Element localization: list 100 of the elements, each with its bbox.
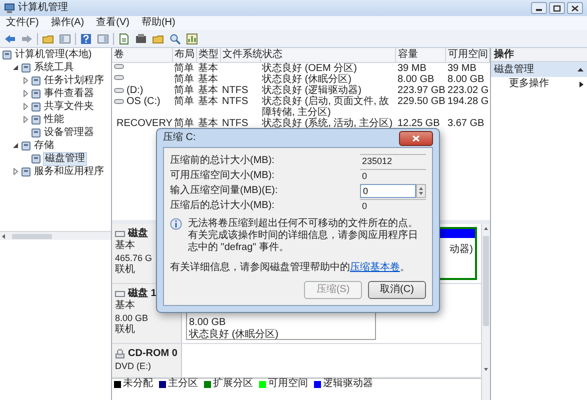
node-icon (31, 128, 41, 138)
minimize-button[interactable] (531, 2, 547, 14)
readonly-field: 0 (360, 199, 426, 212)
actions-header: 操作 (491, 48, 587, 62)
spin-button[interactable] (416, 184, 426, 198)
help-text: 有关详细信息，请参阅磁盘管理帮助中的压缩基本卷。 (170, 262, 411, 274)
spin-arrows-icon (417, 184, 425, 196)
forward-arrow-icon (21, 32, 33, 44)
table-cell: NTFS (222, 96, 248, 107)
info-text: 无法将卷压缩到超出任何不可移动的文件所在的点。有关完成该操作时间的详细信息，请参阅应用程序日志中的 "defrag" 事件。 (188, 218, 419, 254)
column-header[interactable]: 可用空间 (446, 48, 490, 62)
field-label: 输入压缩空间量(MB)(E): (170, 184, 278, 196)
table-cell: 3.67 GB (448, 118, 484, 129)
action-item[interactable]: 更多操作 (491, 77, 587, 91)
menu-item[interactable]: 操作(A) (50, 17, 84, 29)
expanded-arrow-icon[interactable] (12, 142, 19, 149)
table-cell: 223.02 G (448, 85, 489, 96)
partition-text: 动器) (448, 244, 473, 256)
table-cell: 简单 (174, 96, 194, 107)
collapsed-arrow-icon[interactable] (12, 168, 19, 175)
help-link[interactable]: 压缩基本卷 (350, 262, 400, 273)
help-icon (80, 32, 92, 44)
disk-info: 8.00 GB (115, 312, 148, 324)
column-header[interactable]: 布局 (172, 48, 196, 62)
collapse-arrow-icon[interactable] (577, 67, 584, 72)
table-cell: 194.28 G (448, 96, 489, 107)
chart-button[interactable] (185, 32, 199, 46)
window-title: 计算机管理 (18, 2, 68, 14)
table-cell: 39 MB (398, 63, 426, 74)
tree-item[interactable]: 任务计划程序 (43, 74, 105, 86)
field-label: 可用压缩空间大小(MB): (170, 170, 274, 182)
maximize-button[interactable] (549, 2, 565, 14)
legend-label: 扩展分区 (213, 378, 253, 390)
panel-icon (59, 32, 71, 44)
table-cell: 状态良好 (OEM 分区) (262, 63, 357, 74)
document-icon (118, 32, 130, 44)
tree-item[interactable]: 磁盘管理 (43, 152, 87, 166)
partition-text: 8.00 GB (189, 317, 227, 328)
panel-button[interactable] (58, 32, 72, 46)
column-header[interactable]: 类型 (196, 48, 220, 62)
tree-item[interactable]: 事件查看器 (43, 88, 95, 100)
collapsed-arrow-icon[interactable] (22, 103, 29, 110)
help-button[interactable] (79, 32, 93, 46)
table-cell: 基本 (198, 118, 218, 129)
column-header[interactable]: 卷 (112, 48, 172, 62)
tree-item[interactable]: 存储 (33, 140, 55, 152)
folder-icon (42, 32, 54, 44)
table-cell: 8.00 GB (448, 74, 484, 85)
disk-info: DVD (E:) (115, 360, 151, 372)
menu-item[interactable]: 查看(V) (96, 17, 130, 29)
drive-icon (115, 231, 125, 237)
tree-item[interactable]: 性能 (43, 114, 65, 126)
legend-label: 未分配 (123, 378, 153, 390)
magnifier-icon (169, 32, 181, 44)
collapsed-arrow-icon[interactable] (22, 77, 29, 84)
computer-icon (4, 2, 15, 14)
tree-item[interactable]: 服务和应用程序 (33, 166, 105, 178)
node-icon (21, 62, 31, 72)
collapsed-arrow-icon[interactable] (22, 90, 29, 97)
collapsed-arrow-icon[interactable] (22, 116, 29, 123)
tree-item[interactable]: 设备管理器 (43, 126, 95, 138)
disc-drive-icon (115, 349, 125, 359)
table-cell: (D:) (126, 85, 144, 96)
node-icon (31, 114, 41, 124)
tree-item[interactable]: 系统工具 (33, 62, 75, 74)
panel-button[interactable] (96, 32, 110, 46)
scrollbar[interactable] (0, 231, 111, 240)
menu-item[interactable]: 帮助(H) (141, 17, 176, 29)
close-button[interactable] (567, 2, 583, 14)
table-cell: 基本 (198, 63, 218, 74)
dialog-title: 压缩 C: (163, 132, 196, 144)
disk-info: 465.76 G (115, 252, 152, 264)
column-header[interactable]: 文件系统 (220, 48, 260, 62)
number-field[interactable]: 0 (360, 184, 416, 198)
table-cell: 8.00 GB (398, 74, 434, 85)
actions-section[interactable]: 磁盘管理 (491, 62, 587, 77)
dialog-button[interactable]: 取消(C) (368, 281, 426, 299)
close-button[interactable] (399, 130, 433, 146)
node-icon (2, 50, 12, 60)
table-cell: RECOVERY (116, 118, 172, 129)
table-cell: 简单 (174, 63, 194, 74)
legend-label: 可用空间 (268, 378, 308, 390)
disk-info: 联机 (115, 324, 135, 336)
scrollbar[interactable] (481, 224, 490, 400)
document-button[interactable] (117, 32, 131, 46)
column-header[interactable]: 容量 (396, 48, 446, 62)
maximize-icon (553, 4, 561, 12)
tree-item[interactable]: 计算机管理(本地) (14, 48, 93, 60)
readonly-field: 235012 (360, 154, 426, 167)
folder-icon (152, 32, 164, 44)
magnifier-button[interactable] (168, 32, 182, 46)
tree-item[interactable]: 共享文件夹 (43, 100, 95, 112)
field-label: 压缩后的总计大小(MB): (170, 200, 274, 212)
menu-item[interactable]: 文件(F) (6, 17, 39, 29)
node-icon (31, 154, 41, 164)
action-label: 更多操作 (509, 78, 549, 90)
disk-name: 磁盘 (128, 228, 148, 240)
node-icon (31, 76, 41, 86)
drive-icon (115, 291, 125, 297)
expanded-arrow-icon[interactable] (12, 64, 19, 71)
